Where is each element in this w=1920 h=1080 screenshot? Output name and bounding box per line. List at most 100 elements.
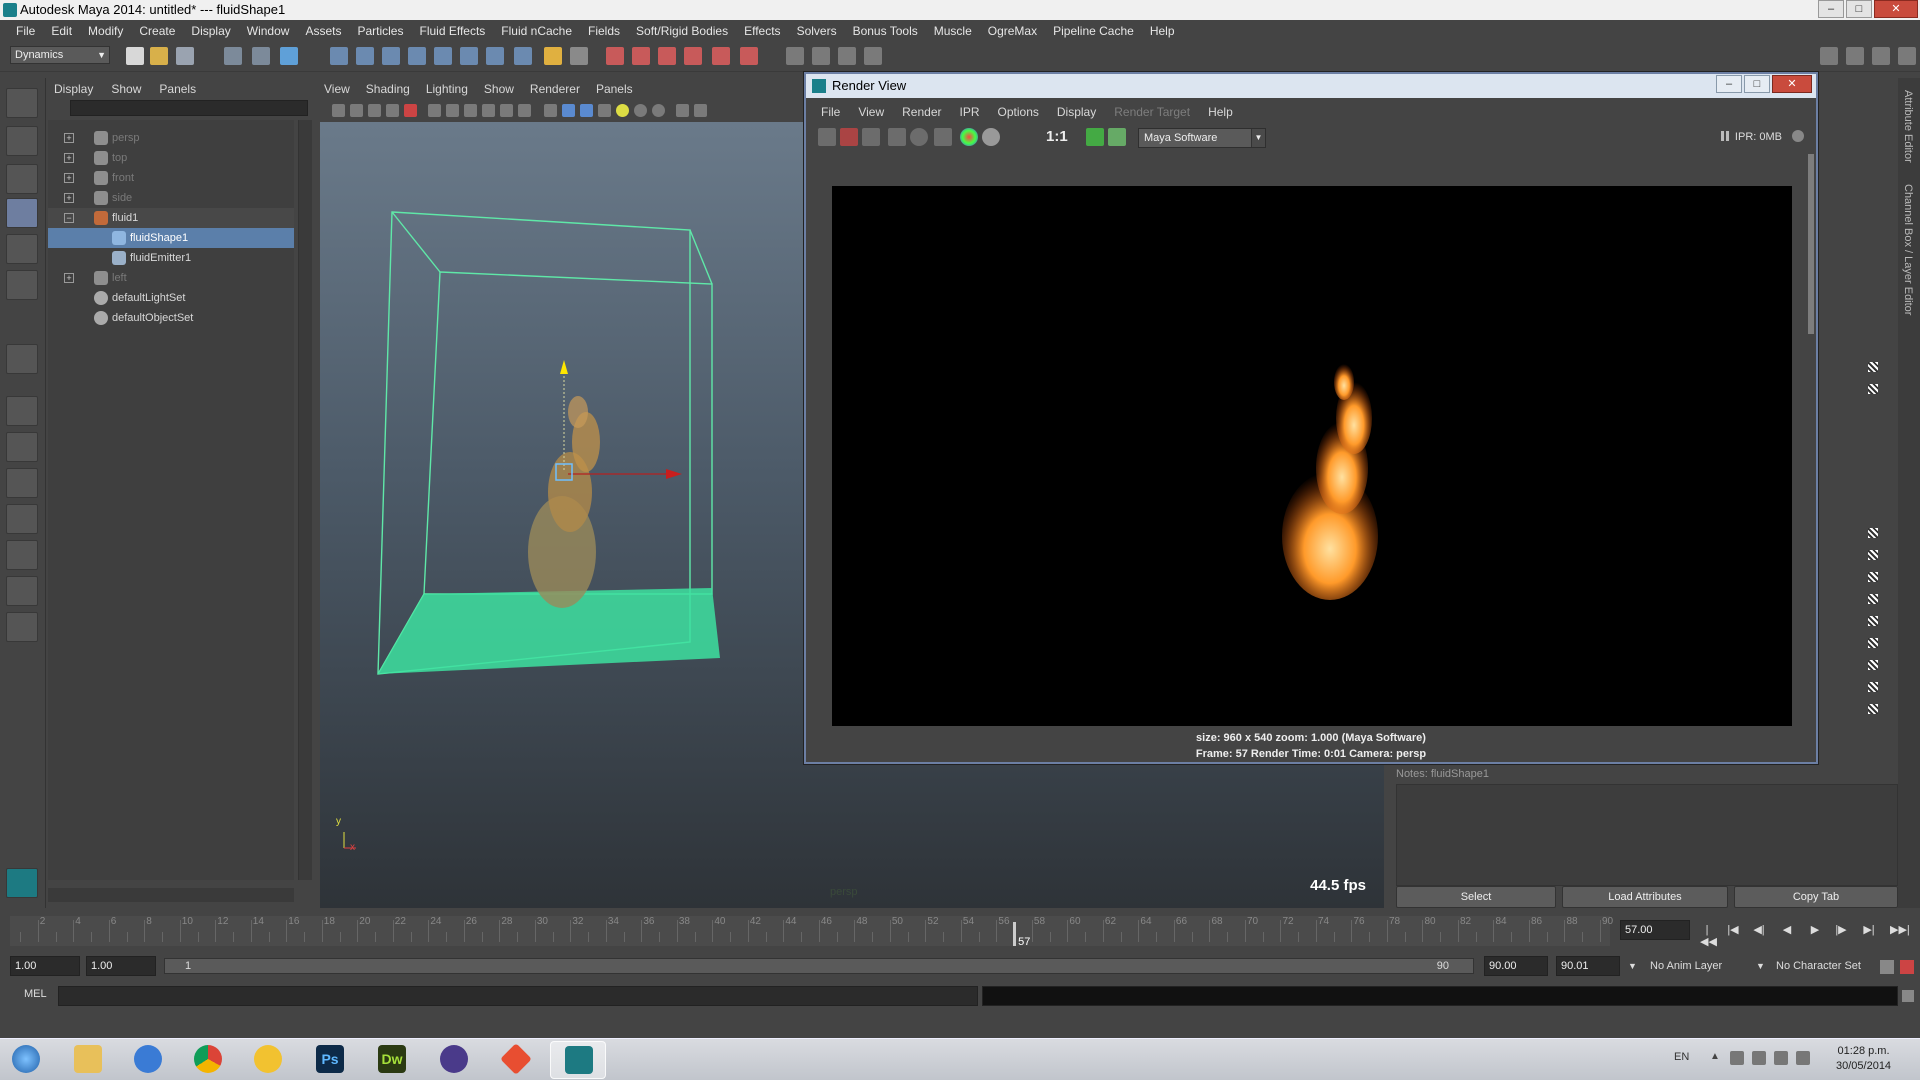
ipr-render-icon[interactable]: [632, 47, 650, 65]
rotate-tool-icon[interactable]: [6, 234, 38, 264]
expand-toggle[interactable]: +: [64, 173, 74, 183]
renderer-dropdown[interactable]: Maya Software ▼: [1138, 128, 1266, 148]
viewport-menu-lighting[interactable]: Lighting: [426, 82, 468, 96]
character-set-dropdown[interactable]: No Character Set: [1776, 956, 1861, 976]
render-view-close-button[interactable]: ✕: [1772, 75, 1812, 93]
notes-textarea[interactable]: [1396, 784, 1898, 886]
tray-expand-icon[interactable]: ▲: [1710, 1051, 1724, 1065]
x-axis-arrow-icon[interactable]: [666, 469, 682, 479]
step-back-key-icon[interactable]: ◀|: [1752, 924, 1766, 936]
render-view-minimize-button[interactable]: –: [1716, 75, 1742, 93]
maximize-button[interactable]: □: [1846, 0, 1872, 18]
texture-map-icon[interactable]: [1868, 572, 1878, 582]
hypershade-layout-icon[interactable]: [6, 540, 38, 570]
y-axis-arrow-icon[interactable]: [560, 360, 568, 374]
panel-layout-icon[interactable]: [786, 47, 804, 65]
outliner-item-persp[interactable]: + persp: [48, 128, 294, 148]
viewport-menu-shading[interactable]: Shading: [366, 82, 410, 96]
select-hierarchy-icon[interactable]: [224, 47, 242, 65]
shadows-icon[interactable]: [634, 104, 647, 117]
outliner-layout-icon[interactable]: [812, 47, 830, 65]
load-attributes-button[interactable]: Load Attributes: [1562, 886, 1728, 908]
menu-file[interactable]: File: [8, 24, 43, 38]
xray-icon[interactable]: [694, 104, 707, 117]
outliner-item-defaultlightset[interactable]: defaultLightSet: [48, 288, 294, 308]
system-clock[interactable]: 01:28 p.m. 30/05/2014: [1836, 1044, 1891, 1074]
step-forward-key-icon[interactable]: |▶: [1834, 924, 1848, 936]
redo-previous-render-icon[interactable]: [818, 128, 836, 146]
texture-map-icon[interactable]: [1868, 550, 1878, 560]
menu-soft-rigid-bodies[interactable]: Soft/Rigid Bodies: [628, 24, 736, 38]
step-forward-frame-icon[interactable]: ▶|: [1862, 924, 1876, 936]
taskbar-photoshop[interactable]: Ps: [302, 1041, 358, 1079]
chevron-down-icon[interactable]: ▼: [1756, 956, 1765, 976]
select-component-icon[interactable]: [280, 47, 298, 65]
help-icon[interactable]: [514, 47, 532, 65]
animation-end-field[interactable]: 90.01: [1556, 956, 1620, 976]
menu-fluid-ncache[interactable]: Fluid nCache: [493, 24, 580, 38]
last-tool-icon[interactable]: [6, 344, 38, 374]
render-image[interactable]: [832, 186, 1792, 726]
texture-map-icon[interactable]: [1868, 594, 1878, 604]
animation-start-field[interactable]: 1.00: [10, 956, 80, 976]
menu-bonus-tools[interactable]: Bonus Tools: [845, 24, 926, 38]
outliner-horizontal-scrollbar[interactable]: [48, 888, 294, 902]
script-language-toggle[interactable]: MEL: [24, 988, 47, 1000]
time-slider-track[interactable]: 2 4 6 8 10 12 14 16 18 20 22 24 26 28 30 32 34 36 38 40 42 44…: [10, 916, 1613, 948]
current-time-field[interactable]: 57.00: [1620, 920, 1690, 940]
menu-edit[interactable]: Edit: [43, 24, 80, 38]
snap-grid-icon[interactable]: [330, 47, 348, 65]
menu-modify[interactable]: Modify: [80, 24, 131, 38]
render-frame-icon[interactable]: [606, 47, 624, 65]
select-object-icon[interactable]: [252, 47, 270, 65]
language-indicator[interactable]: EN: [1674, 1051, 1689, 1063]
custom-layout-icon[interactable]: [6, 612, 38, 642]
modeling-toolkit-icon[interactable]: [1820, 47, 1838, 65]
alpha-channel-icon[interactable]: [982, 128, 1000, 146]
chevron-down-icon[interactable]: ▼: [1628, 956, 1637, 976]
field-chart-icon[interactable]: [500, 104, 513, 117]
viewport-menu-view[interactable]: View: [324, 82, 350, 96]
render-menu-options[interactable]: Options: [998, 105, 1039, 119]
viewport-menu-renderer[interactable]: Renderer: [530, 82, 580, 96]
outliner-item-defaultobjectset[interactable]: defaultObjectSet: [48, 308, 294, 328]
close-button[interactable]: ✕: [1874, 0, 1918, 18]
hypergraph-layout-icon[interactable]: [864, 47, 882, 65]
pause-icon[interactable]: [1720, 131, 1729, 141]
outliner-vertical-scrollbar[interactable]: [298, 120, 312, 880]
outliner-menu-panels[interactable]: Panels: [159, 82, 196, 96]
lasso-tool-icon[interactable]: [6, 126, 38, 156]
gate-mask-icon[interactable]: [482, 104, 495, 117]
menu-set-selector[interactable]: Dynamics ▼: [10, 46, 110, 64]
texture-map-icon[interactable]: [1868, 704, 1878, 714]
make-live-icon[interactable]: [434, 47, 452, 65]
wireframe-on-shaded-icon[interactable]: [580, 104, 593, 117]
copy-tab-button[interactable]: Copy Tab: [1734, 886, 1898, 908]
keep-image-icon[interactable]: [934, 128, 952, 146]
store-image-icon[interactable]: [1108, 128, 1126, 146]
safe-action-icon[interactable]: [518, 104, 531, 117]
resolution-gate-icon[interactable]: [464, 104, 477, 117]
menu-particles[interactable]: Particles: [349, 24, 411, 38]
taskbar-git[interactable]: [488, 1041, 544, 1079]
taskbar-dreamweaver[interactable]: Dw: [364, 1041, 420, 1079]
outliner-item-fluid1[interactable]: − fluid1: [48, 208, 294, 228]
select-tool-icon[interactable]: [6, 88, 38, 118]
outliner-item-fluidshape1[interactable]: fluidShape1: [48, 228, 294, 248]
rgb-channels-icon[interactable]: [960, 128, 978, 146]
grid-icon[interactable]: [428, 104, 441, 117]
taskbar-bridge[interactable]: [240, 1041, 296, 1079]
texture-map-icon[interactable]: [1868, 682, 1878, 692]
play-backwards-icon[interactable]: ◀: [1780, 924, 1794, 936]
tool-settings-toggle-icon[interactable]: [1872, 47, 1890, 65]
wireframe-icon[interactable]: [544, 104, 557, 117]
outliner-item-front[interactable]: + front: [48, 168, 294, 188]
volume-icon[interactable]: [1796, 1051, 1810, 1065]
outliner-menu-display[interactable]: Display: [54, 82, 93, 96]
menu-pipeline-cache[interactable]: Pipeline Cache: [1045, 24, 1142, 38]
expand-toggle[interactable]: +: [64, 133, 74, 143]
outliner-item-side[interactable]: + side: [48, 188, 294, 208]
tray-app-icon[interactable]: [1752, 1051, 1766, 1065]
real-size-button[interactable]: 1:1: [1046, 128, 1068, 145]
network-icon[interactable]: [1774, 1051, 1788, 1065]
